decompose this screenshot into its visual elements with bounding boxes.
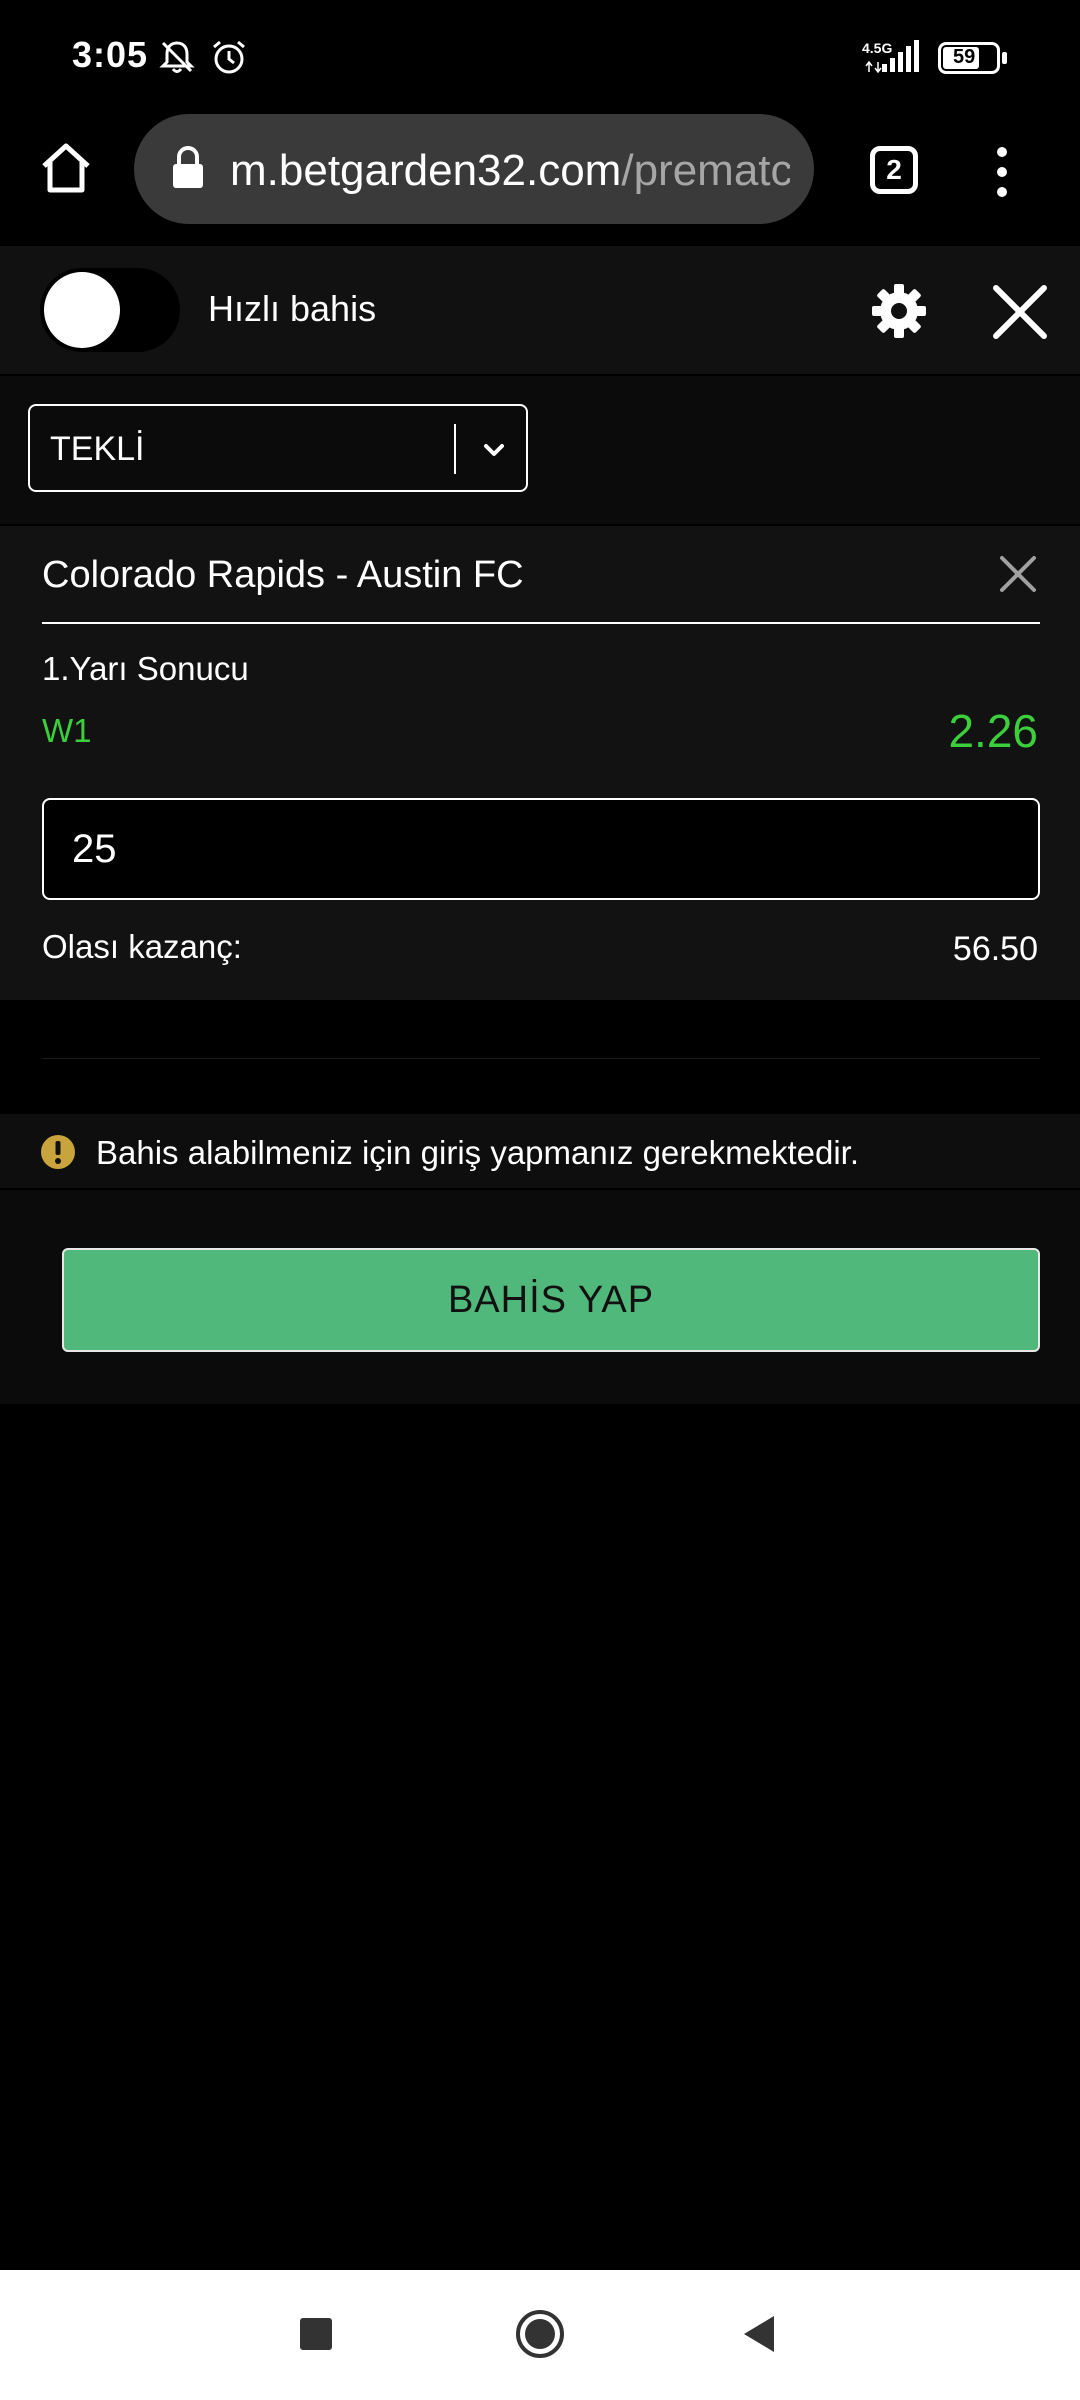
quick-bet-header: Hızlı bahis xyxy=(0,246,1080,374)
battery-level: 59 xyxy=(953,46,976,68)
url-path: /prematch xyxy=(621,146,790,195)
more-vertical-icon[interactable] xyxy=(994,144,1010,200)
notice-text: Bahis alabilmeniz için giriş yapmanız ge… xyxy=(96,1134,859,1171)
mute-icon xyxy=(159,41,195,73)
url-text: m.betgarden32.com/prematch xyxy=(230,146,790,196)
selection-name: W1 xyxy=(42,712,92,749)
match-title: Colorado Rapids - Austin FC xyxy=(42,554,524,596)
stake-input[interactable] xyxy=(42,798,1040,900)
browser-toolbar: m.betgarden32.com/prematch 2 xyxy=(0,110,1080,244)
status-bar: 3:05 4.5G 59 xyxy=(0,0,1080,110)
battery-tip xyxy=(1002,52,1007,64)
gear-icon[interactable] xyxy=(870,282,928,340)
system-nav-bar xyxy=(0,2270,1080,2400)
warning-icon xyxy=(41,1135,75,1169)
quick-bet-label: Hızlı bahis xyxy=(208,288,377,329)
bet-type-value: TEKLİ xyxy=(50,430,145,468)
odds-value: 2.26 xyxy=(948,705,1038,757)
alarm-icon xyxy=(213,40,245,74)
chevron-down-icon xyxy=(484,444,504,456)
place-bet-section: BAHİS YAP xyxy=(0,1190,1080,1404)
back-icon[interactable] xyxy=(740,2314,778,2354)
home-nav-icon[interactable] xyxy=(514,2308,566,2360)
section-divider xyxy=(42,1058,1040,1059)
tab-switcher-button[interactable]: 2 xyxy=(870,146,918,194)
login-notice: Bahis alabilmeniz için giriş yapmanız ge… xyxy=(0,1114,1080,1188)
signal-icon xyxy=(865,40,919,74)
potential-win-label: Olası kazanç: xyxy=(42,928,242,965)
status-time: 3:05 xyxy=(72,34,149,75)
remove-bet-icon[interactable] xyxy=(998,554,1038,594)
bet-type-row: TEKLİ xyxy=(0,376,1080,524)
potential-win-value: 56.50 xyxy=(952,930,1038,968)
tab-count: 2 xyxy=(886,154,902,185)
bet-type-select[interactable]: TEKLİ xyxy=(28,404,528,492)
quick-bet-toggle[interactable] xyxy=(40,268,180,352)
lock-icon xyxy=(173,146,203,188)
home-icon[interactable] xyxy=(38,140,94,196)
url-host: m.betgarden32.com xyxy=(230,146,622,195)
bet-slip-card: Colorado Rapids - Austin FC 1.Yarı Sonuc… xyxy=(0,526,1080,1000)
market-name: 1.Yarı Sonucu xyxy=(42,650,249,687)
battery-icon: 59 xyxy=(938,42,1000,74)
toggle-knob xyxy=(44,272,120,348)
place-bet-button[interactable]: BAHİS YAP xyxy=(62,1248,1040,1352)
close-icon[interactable] xyxy=(990,282,1050,342)
recents-icon[interactable] xyxy=(298,2316,334,2352)
select-divider xyxy=(454,424,456,474)
address-bar[interactable]: m.betgarden32.com/prematch xyxy=(134,114,814,224)
card-divider xyxy=(42,622,1040,624)
